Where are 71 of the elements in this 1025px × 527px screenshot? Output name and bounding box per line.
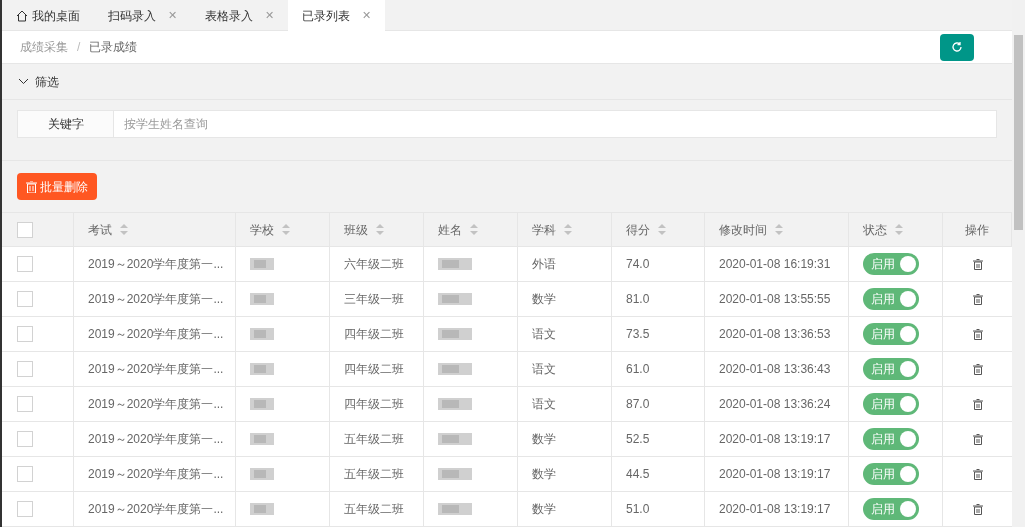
section-title: 筛选 — [35, 73, 59, 91]
batch-delete-button[interactable]: 批量删除 — [17, 173, 97, 201]
table-cell-text: 数学 — [532, 466, 556, 483]
column-header: 修改时间 — [719, 221, 767, 239]
table-cell-text: 数学 — [532, 291, 556, 308]
table-cell-text: 五年级二班 — [344, 466, 404, 483]
status-switch[interactable]: 启用 — [863, 393, 919, 415]
table-cell-text: 2020-01-08 13:36:43 — [719, 361, 831, 378]
table-cell-text: 74.0 — [626, 256, 650, 273]
table-cell-text: 三年级一班 — [344, 291, 404, 308]
table-cell-text: 2020-01-08 13:19:17 — [719, 501, 831, 518]
table-cell-text: 2019～2020学年度第一... — [88, 291, 224, 308]
table-cell-text: 语文 — [532, 326, 556, 343]
table-cell-text: 2019～2020学年度第一... — [88, 501, 224, 518]
table-cell-text: 四年级二班 — [344, 396, 404, 413]
table-cell-text: 数学 — [532, 431, 556, 448]
status-switch[interactable]: 启用 — [863, 253, 919, 275]
status-switch[interactable]: 启用 — [863, 463, 919, 485]
close-icon[interactable]: ✕ — [362, 7, 371, 24]
keyword-input[interactable]: 按学生姓名查询 — [114, 110, 997, 139]
table-cell-text: 四年级二班 — [344, 361, 404, 378]
column-header: 状态 — [863, 221, 887, 239]
tab[interactable]: 已录列表 ✕ — [288, 0, 385, 31]
table-cell-text: 2019～2020学年度第一... — [88, 326, 224, 343]
table-cell-text: 2020-01-08 13:19:17 — [719, 431, 831, 448]
table-cell-text: 2019～2020学年度第一... — [88, 431, 224, 448]
status-switch[interactable]: 启用 — [863, 323, 919, 345]
tab[interactable]: 表格录入 ✕ — [191, 0, 288, 31]
column-header: 姓名 — [438, 221, 462, 239]
table-cell-text: 五年级二班 — [344, 501, 404, 518]
tab[interactable]: 我的桌面 — [2, 0, 94, 31]
table-cell-text: 2020-01-08 16:19:31 — [719, 256, 831, 273]
table-cell-text: 51.0 — [626, 501, 650, 518]
status-switch[interactable]: 启用 — [863, 498, 919, 520]
breadcrumb-separator: / — [77, 39, 81, 57]
table-cell-text: 2020-01-08 13:19:17 — [719, 466, 831, 483]
tab[interactable]: 扫码录入 ✕ — [94, 0, 191, 31]
column-header: 学科 — [532, 221, 556, 239]
field-label: 关键字 — [17, 110, 114, 139]
table-cell-text: 2019～2020学年度第一... — [88, 361, 224, 378]
column-header: 考试 — [88, 221, 112, 239]
table-cell-text: 语文 — [532, 396, 556, 413]
breadcrumb-link[interactable]: 成绩采集 — [20, 38, 68, 57]
close-icon[interactable]: ✕ — [265, 7, 274, 24]
column-header: 班级 — [344, 221, 368, 239]
table-cell-text: 五年级二班 — [344, 431, 404, 448]
table-cell-text: 2019～2020学年度第一... — [88, 256, 224, 273]
breadcrumb-current: 已录成绩 — [89, 39, 138, 57]
table-cell-text: 外语 — [532, 256, 556, 273]
status-switch[interactable]: 启用 — [863, 288, 919, 310]
table-cell-text: 61.0 — [626, 361, 650, 378]
table-cell-text: 2020-01-08 13:55:55 — [719, 291, 831, 308]
table-cell-text: 四年级二班 — [344, 326, 404, 343]
table-cell-text: 73.5 — [626, 326, 650, 343]
table-cell-text: 六年级二班 — [344, 256, 404, 273]
table-cell-text: 2020-01-08 13:36:24 — [719, 396, 831, 413]
close-icon[interactable]: ✕ — [168, 7, 177, 24]
table-cell-text: 81.0 — [626, 291, 650, 308]
table-cell-text: 44.5 — [626, 466, 650, 483]
table-cell-text: 2020-01-08 13:36:53 — [719, 326, 831, 343]
status-switch[interactable]: 启用 — [863, 428, 919, 450]
table-cell-text: 语文 — [532, 361, 556, 378]
status-switch[interactable]: 启用 — [863, 358, 919, 380]
table-cell-text: 2019～2020学年度第一... — [88, 466, 224, 483]
table-cell-text: 87.0 — [626, 396, 650, 413]
table-cell-text: 数学 — [532, 501, 556, 518]
column-header: 学校 — [250, 221, 274, 239]
column-header: 得分 — [626, 221, 650, 239]
column-header: 操作 — [965, 221, 989, 239]
table-cell-text: 52.5 — [626, 431, 650, 448]
table-cell-text: 2019～2020学年度第一... — [88, 396, 224, 413]
